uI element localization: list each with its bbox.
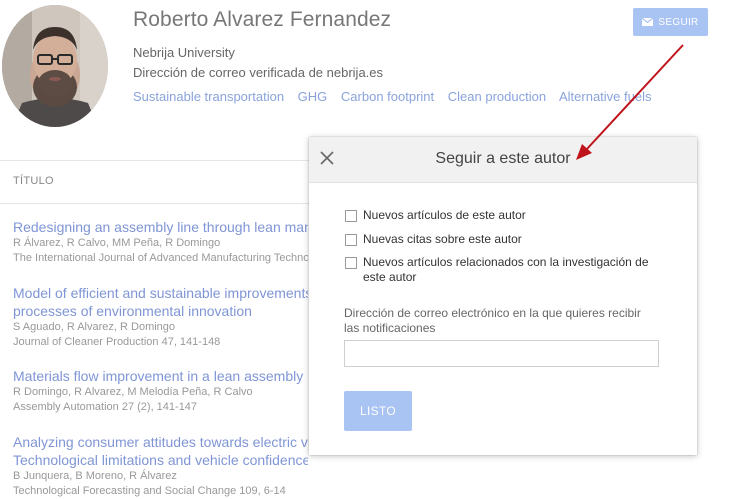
interest-link[interactable]: Sustainable transportation bbox=[133, 89, 284, 104]
follow-author-dialog: Seguir a este autor Nuevos artículos de … bbox=[309, 137, 697, 455]
interest-link[interactable]: GHG bbox=[298, 89, 328, 104]
option-new-citations[interactable]: Nuevas citas sobre este autor bbox=[345, 232, 663, 247]
article-row: Materials flow improvement in a lean ass… bbox=[13, 367, 308, 415]
article-authors: S Aguado, R Alvarez, R Domingo bbox=[13, 321, 176, 333]
article-title-line2[interactable]: processes of environmental innovation bbox=[13, 302, 308, 320]
dialog-header: Seguir a este autor bbox=[309, 137, 697, 183]
envelope-icon bbox=[642, 18, 654, 26]
article-title-line2[interactable]: Technological limitations and vehicle co… bbox=[13, 451, 308, 469]
interest-link[interactable]: Clean production bbox=[448, 89, 546, 104]
done-button[interactable]: LISTO bbox=[344, 391, 412, 431]
done-button-label: LISTO bbox=[360, 404, 396, 418]
article-title[interactable]: Model of efficient and sustainable impro… bbox=[13, 284, 308, 302]
article-journal: The International Journal of Advanced Ma… bbox=[13, 252, 308, 264]
related-articles-checkbox[interactable] bbox=[345, 257, 357, 269]
author-name: Roberto Alvarez Fernandez bbox=[133, 8, 392, 31]
author-avatar bbox=[2, 5, 108, 127]
article-row: Analyzing consumer attitudes towards ele… bbox=[13, 433, 308, 499]
article-row: Model of efficient and sustainable impro… bbox=[13, 284, 308, 350]
article-authors: R Álvarez, R Calvo, MM Peña, R Domingo bbox=[13, 237, 221, 249]
option-label: Nuevas citas sobre este autor bbox=[363, 232, 522, 246]
interest-link[interactable]: Alternative fuels bbox=[559, 89, 652, 104]
follow-button-label: SEGUIR bbox=[658, 16, 699, 28]
article-title[interactable]: Analyzing consumer attitudes towards ele… bbox=[13, 433, 308, 451]
title-column-label[interactable]: TÍTULO bbox=[13, 175, 54, 187]
verified-email: Dirección de correo verificada de nebrij… bbox=[133, 65, 384, 80]
article-journal: Journal of Cleaner Production 47, 141-14… bbox=[13, 336, 221, 348]
author-photo bbox=[2, 5, 108, 127]
option-new-articles[interactable]: Nuevos artículos de este autor bbox=[345, 208, 663, 223]
dialog-title: Seguir a este autor bbox=[435, 150, 571, 167]
article-title[interactable]: Redesigning an assembly line through lea… bbox=[13, 218, 308, 236]
author-affiliation: Nebrija University bbox=[133, 45, 235, 60]
follow-button[interactable]: SEGUIR bbox=[633, 8, 708, 36]
option-label: Nuevos artículos relacionados con la inv… bbox=[363, 255, 649, 284]
option-related-articles[interactable]: Nuevos artículos relacionados con la inv… bbox=[345, 255, 663, 285]
article-journal: Technological Forecasting and Social Cha… bbox=[13, 485, 286, 497]
article-title[interactable]: Materials flow improvement in a lean ass… bbox=[13, 367, 308, 385]
article-authors: R Domingo, R Alvarez, M Melodía Peña, R … bbox=[13, 386, 253, 398]
new-citations-checkbox[interactable] bbox=[345, 234, 357, 246]
article-authors: B Junquera, B Moreno, R Álvarez bbox=[13, 470, 177, 482]
interest-link[interactable]: Carbon footprint bbox=[341, 89, 434, 104]
notification-email-input[interactable] bbox=[344, 340, 659, 367]
title-column-header: TÍTULO bbox=[0, 160, 310, 204]
article-row: Redesigning an assembly line through lea… bbox=[13, 218, 308, 266]
notification-email-label: Dirección de correo electrónico en la qu… bbox=[344, 306, 641, 335]
option-label: Nuevos artículos de este autor bbox=[363, 208, 526, 222]
new-articles-checkbox[interactable] bbox=[345, 210, 357, 222]
article-journal: Assembly Automation 27 (2), 141-147 bbox=[13, 401, 198, 413]
research-interests: Sustainable transportation GHG Carbon fo… bbox=[133, 89, 661, 104]
